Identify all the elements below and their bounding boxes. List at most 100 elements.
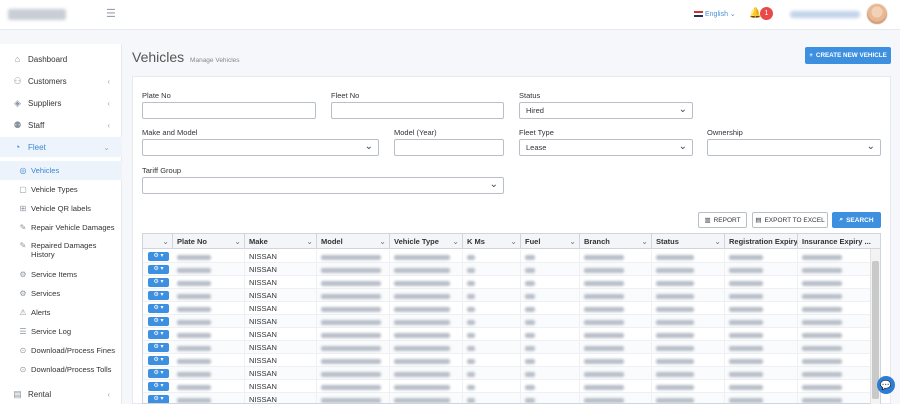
redacted-value: [584, 254, 624, 260]
table-row[interactable]: ⚙ ▾ NISSAN: [143, 328, 871, 341]
bell-icon[interactable]: 🔔: [749, 8, 761, 20]
table-cell: [521, 341, 580, 354]
row-settings-button[interactable]: ⚙ ▾: [148, 252, 169, 261]
row-settings-button[interactable]: ⚙ ▾: [148, 382, 169, 391]
column-header-label: Plate No: [177, 237, 208, 246]
table-row[interactable]: ⚙ ▾ NISSAN: [143, 289, 871, 302]
sidebar-item-customers[interactable]: ⚇ Customers ‹: [0, 71, 122, 91]
chevron-left-icon: ‹: [107, 120, 110, 130]
column-header[interactable]: Fuel ⌄: [521, 234, 580, 249]
sidebar-item-dashboard[interactable]: ⌂ Dashboard: [0, 49, 122, 69]
column-header[interactable]: Insurance Expiry ...: [798, 234, 880, 249]
sidebar-subitem-fines[interactable]: ⊙ Download/Process Fines: [0, 341, 122, 360]
column-header[interactable]: Vehicle Type ⌄: [390, 234, 463, 249]
sidebar-subitem-label: Vehicle Types: [31, 185, 78, 194]
table-row[interactable]: ⚙ ▾ NISSAN: [143, 354, 871, 367]
table-row[interactable]: ⚙ ▾ NISSAN: [143, 367, 871, 380]
row-settings-button[interactable]: ⚙ ▾: [148, 304, 169, 313]
sidebar-item-suppliers[interactable]: ◈ Suppliers ‹: [0, 93, 122, 113]
column-header[interactable]: K Ms ⌄: [463, 234, 521, 249]
tariff-group-select[interactable]: [142, 177, 504, 194]
table-row[interactable]: ⚙ ▾ NISSAN: [143, 263, 871, 276]
redacted-value: [177, 371, 211, 377]
row-settings-button[interactable]: ⚙ ▾: [148, 265, 169, 274]
sidebar-item-rental[interactable]: ▤ Rental ‹: [0, 384, 122, 404]
row-settings-button[interactable]: ⚙ ▾: [148, 356, 169, 365]
chevron-left-icon: ‹: [107, 98, 110, 108]
column-header[interactable]: Status ⌄: [652, 234, 725, 249]
column-header[interactable]: Model ⌄: [317, 234, 390, 249]
sidebar-subitem-tolls[interactable]: ⊙ Download/Process Tolls: [0, 360, 122, 379]
search-button[interactable]: ⌕ SEARCH: [832, 212, 881, 228]
sidebar-subitem-repaired-history[interactable]: ✎ Repaired Damages History: [0, 237, 122, 263]
row-settings-button[interactable]: ⚙ ▾: [148, 369, 169, 378]
plate-no-input[interactable]: [142, 102, 316, 119]
sidebar-subitem-qr-labels[interactable]: ⊞ Vehicle QR labels: [0, 199, 122, 218]
sidebar-subitem-service-log[interactable]: ☰ Service Log: [0, 322, 122, 341]
table-row[interactable]: ⚙ ▾ NISSAN: [143, 276, 871, 289]
column-header-actions[interactable]: ⌄: [143, 234, 173, 249]
table-cell: [798, 393, 871, 403]
sidebar-subitem-vehicle-types[interactable]: ▢ Vehicle Types: [0, 180, 122, 199]
download-icon: ⊙: [19, 364, 27, 374]
row-settings-button[interactable]: ⚙ ▾: [148, 395, 169, 403]
table-cell: [580, 380, 652, 393]
redacted-value: [802, 332, 842, 338]
row-settings-button[interactable]: ⚙ ▾: [148, 291, 169, 300]
export-excel-button[interactable]: ▤ EXPORT TO EXCEL: [752, 212, 828, 228]
notification-badge[interactable]: 1: [760, 7, 773, 20]
sidebar-subitem-services[interactable]: ⚙ Services: [0, 284, 122, 303]
ownership-select[interactable]: [707, 139, 881, 156]
sidebar-subitem-label: Alerts: [31, 308, 51, 317]
table-row[interactable]: ⚙ ▾ NISSAN: [143, 315, 871, 328]
redacted-value: [177, 319, 211, 325]
chat-icon[interactable]: 💬: [877, 376, 895, 394]
row-settings-button[interactable]: ⚙ ▾: [148, 343, 169, 352]
sidebar-subitem-service-items[interactable]: ⚙ Service Items: [0, 265, 122, 284]
report-button[interactable]: ▥ REPORT: [698, 212, 747, 228]
sidebar-item-fleet[interactable]: ◔ Fleet ⌄: [0, 137, 122, 157]
column-header[interactable]: Plate No ⌄: [173, 234, 245, 249]
status-label: Status: [519, 91, 541, 100]
table-cell: [580, 354, 652, 367]
make-model-select[interactable]: [142, 139, 379, 156]
sidebar-subitem-repair-damages[interactable]: ✎ Repair Vehicle Damages: [0, 218, 122, 237]
row-settings-button[interactable]: ⚙ ▾: [148, 317, 169, 326]
table-cell: [521, 367, 580, 380]
chevron-down-icon: ⌄: [103, 142, 110, 152]
create-vehicle-button[interactable]: + CREATE NEW VEHICLE: [805, 47, 891, 64]
company-logo[interactable]: [8, 9, 66, 20]
wrench-icon: ✎: [19, 222, 27, 232]
table-row[interactable]: ⚙ ▾ NISSAN: [143, 341, 871, 354]
row-settings-button[interactable]: ⚙ ▾: [148, 278, 169, 287]
redacted-value: [729, 371, 763, 377]
table-row[interactable]: ⚙ ▾ NISSAN: [143, 380, 871, 393]
sidebar-item-staff[interactable]: ⚉ Staff ‹: [0, 115, 122, 135]
redacted-value: [656, 254, 694, 260]
avatar[interactable]: [866, 3, 888, 25]
menu-toggle-icon[interactable]: ☰: [106, 9, 117, 20]
redacted-value: [656, 267, 694, 273]
sidebar-subitem-alerts[interactable]: ⚠ Alerts: [0, 303, 122, 322]
table-row[interactable]: ⚙ ▾ NISSAN: [143, 393, 871, 403]
column-header[interactable]: Registration Expiry ⌄: [725, 234, 798, 249]
table-row[interactable]: ⚙ ▾ NISSAN: [143, 250, 871, 263]
scrollbar-thumb[interactable]: [872, 261, 879, 399]
redacted-value: [729, 293, 763, 299]
table-cell: [173, 250, 245, 263]
fleet-type-select[interactable]: Lease: [519, 139, 693, 156]
row-settings-button[interactable]: ⚙ ▾: [148, 330, 169, 339]
redacted-value: [525, 371, 535, 377]
user-name[interactable]: [790, 11, 860, 18]
fleet-no-input[interactable]: [331, 102, 504, 119]
sidebar-subitem-vehicles[interactable]: ◎ Vehicles: [0, 161, 122, 180]
language-selector[interactable]: English ⌄: [694, 10, 736, 18]
status-value: Hired: [526, 106, 544, 115]
column-header[interactable]: Branch ⌄: [580, 234, 652, 249]
table-cell: [463, 276, 521, 289]
log-icon: ☰: [19, 326, 27, 336]
table-row[interactable]: ⚙ ▾ NISSAN: [143, 302, 871, 315]
column-header[interactable]: Make ⌄: [245, 234, 317, 249]
status-select[interactable]: Hired: [519, 102, 693, 119]
model-year-input[interactable]: [394, 139, 504, 156]
